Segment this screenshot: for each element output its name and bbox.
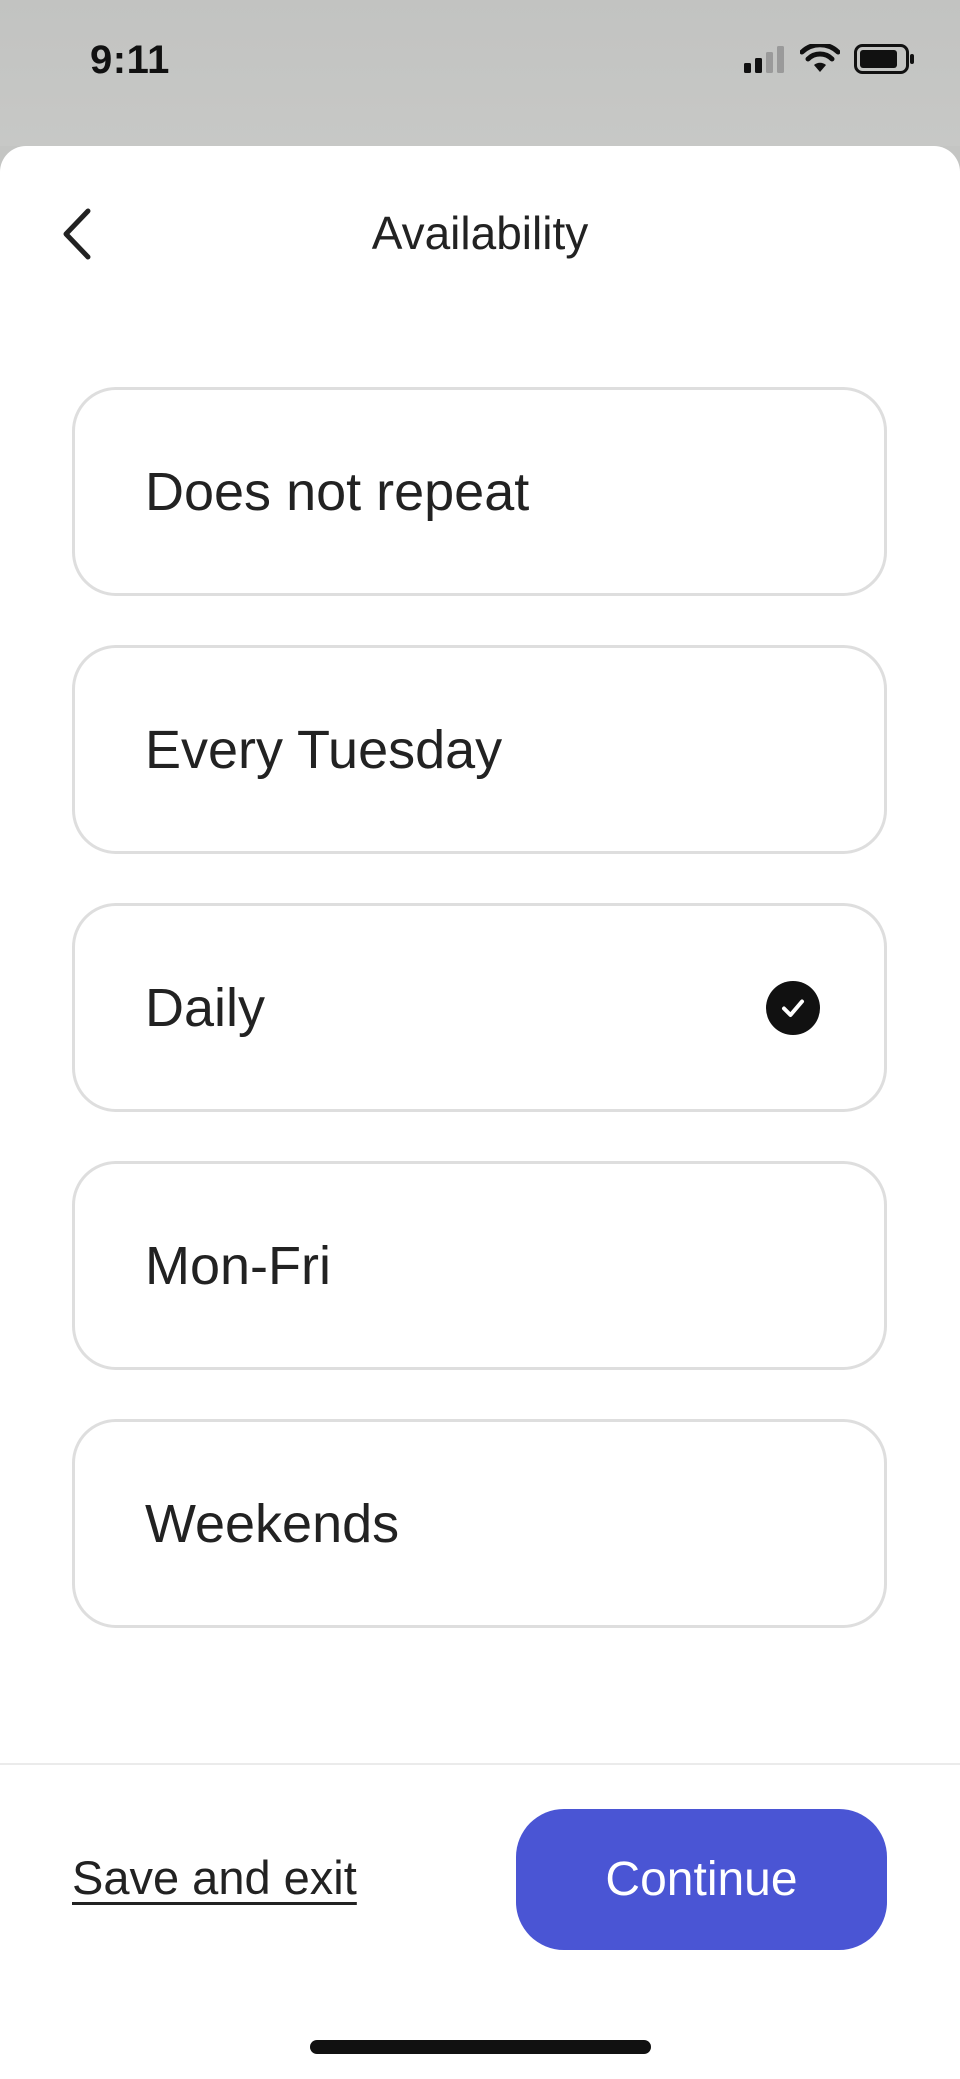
battery-icon — [854, 44, 916, 79]
option-mon-fri[interactable]: Mon-Fri — [72, 1161, 887, 1370]
option-label: Does not repeat — [145, 461, 530, 522]
page-title: Availability — [371, 207, 589, 259]
option-label: Mon-Fri — [145, 1235, 331, 1296]
save-and-exit-link[interactable]: Save and exit — [72, 1850, 357, 1905]
header: Availability — [0, 146, 960, 316]
home-indicator — [310, 2040, 651, 2054]
option-label: Daily — [145, 977, 266, 1038]
wifi-icon — [799, 42, 841, 79]
cellular-signal-icon — [744, 45, 786, 78]
option-does-not-repeat[interactable]: Does not repeat — [72, 387, 887, 596]
option-every-tuesday[interactable]: Every Tuesday — [72, 645, 887, 854]
continue-button[interactable]: Continue — [516, 1809, 887, 1950]
footer-divider — [0, 1763, 960, 1765]
option-label: Weekends — [145, 1493, 400, 1554]
repeat-options-list: Does not repeat Every Tuesday Daily Mon-… — [72, 387, 887, 1677]
option-label: Every Tuesday — [145, 719, 503, 780]
availability-sheet: Availability Does not repeat Every Tuesd… — [0, 146, 960, 2079]
option-daily[interactable]: Daily — [72, 903, 887, 1112]
status-icons — [744, 42, 916, 79]
option-weekends[interactable]: Weekends — [72, 1419, 887, 1628]
status-bar: 9:11 — [0, 0, 960, 146]
checkmark-icon — [766, 980, 820, 1035]
status-time: 9:11 — [90, 38, 170, 82]
